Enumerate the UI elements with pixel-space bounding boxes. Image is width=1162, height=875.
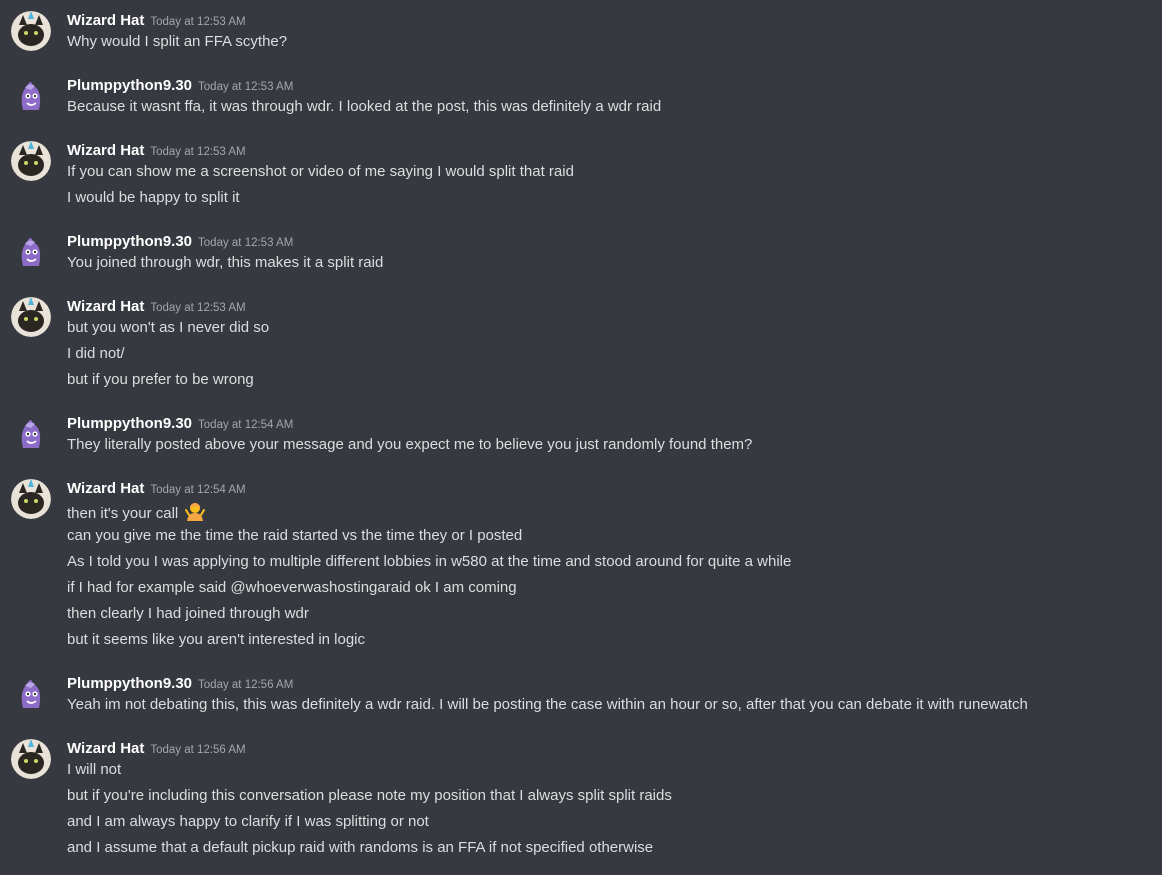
timestamp[interactable]: Today at 12:56 AM: [198, 679, 293, 691]
username[interactable]: Wizard Hat: [67, 740, 144, 757]
message-text: and I am always happy to clarify if I wa…: [67, 813, 429, 830]
username[interactable]: Wizard Hat: [67, 298, 144, 315]
message-header: Plumppython9.30 Today at 12:54 AM: [67, 414, 293, 434]
message-text: but if you're including this conversatio…: [67, 787, 672, 804]
timestamp[interactable]: Today at 12:53 AM: [198, 237, 293, 249]
username[interactable]: Plumppython9.30: [67, 415, 192, 432]
username[interactable]: Plumppython9.30: [67, 675, 192, 692]
timestamp[interactable]: Today at 12:53 AM: [150, 146, 245, 158]
message-header: Wizard Hat Today at 12:53 AM: [67, 141, 246, 161]
message-text: I will not: [67, 761, 122, 778]
message-header: Wizard Hat Today at 12:53 AM: [67, 297, 246, 317]
message-text-content: then it's your call: [67, 505, 179, 522]
message-text: if I had for example said @whoeverwashos…: [67, 579, 517, 596]
message-text: then it's your call: [67, 500, 206, 524]
chat-message-list: Wizard Hat Today at 12:53 AM Why would I …: [0, 0, 1162, 875]
message-text: If you can show me a screenshot or video…: [67, 163, 574, 180]
message-text: but you won't as I never did so: [67, 319, 270, 336]
timestamp[interactable]: Today at 12:56 AM: [150, 744, 245, 756]
cat-avatar-icon[interactable]: [11, 297, 51, 337]
person-shrugging-emoji-icon[interactable]: [184, 500, 206, 522]
message-text: Yeah im not debating this, this was defi…: [67, 696, 1028, 713]
message-text: Because it wasnt ffa, it was through wdr…: [67, 98, 662, 115]
message-text: They literally posted above your message…: [67, 436, 753, 453]
purple-creature-avatar-icon[interactable]: [11, 674, 51, 714]
message-header: Plumppython9.30 Today at 12:53 AM: [67, 232, 293, 252]
message-text: but if you prefer to be wrong: [67, 371, 254, 388]
username[interactable]: Wizard Hat: [67, 480, 144, 497]
timestamp[interactable]: Today at 12:53 AM: [198, 81, 293, 93]
purple-creature-avatar-icon[interactable]: [11, 414, 51, 454]
purple-creature-avatar-icon[interactable]: [11, 76, 51, 116]
message-header: Wizard Hat Today at 12:54 AM: [67, 479, 246, 499]
message-text: and I assume that a default pickup raid …: [67, 839, 654, 856]
cat-avatar-icon[interactable]: [11, 479, 51, 519]
username[interactable]: Plumppython9.30: [67, 233, 192, 250]
timestamp[interactable]: Today at 12:53 AM: [150, 16, 245, 28]
timestamp[interactable]: Today at 12:53 AM: [150, 302, 245, 314]
message-text: then clearly I had joined through wdr: [67, 605, 309, 622]
message-text: I would be happy to split it: [67, 189, 240, 206]
message-text: Why would I split an FFA scythe?: [67, 33, 288, 50]
timestamp[interactable]: Today at 12:54 AM: [150, 484, 245, 496]
cat-avatar-icon[interactable]: [11, 141, 51, 181]
username[interactable]: Wizard Hat: [67, 142, 144, 159]
message-header: Wizard Hat Today at 12:53 AM: [67, 11, 246, 31]
message-text: As I told you I was applying to multiple…: [67, 553, 792, 570]
username[interactable]: Plumppython9.30: [67, 77, 192, 94]
message-header: Wizard Hat Today at 12:56 AM: [67, 739, 246, 759]
cat-avatar-icon[interactable]: [11, 11, 51, 51]
message-text: can you give me the time the raid starte…: [67, 527, 523, 544]
message-header: Plumppython9.30 Today at 12:56 AM: [67, 674, 293, 694]
message-text: You joined through wdr, this makes it a …: [67, 254, 384, 271]
cat-avatar-icon[interactable]: [11, 739, 51, 779]
timestamp[interactable]: Today at 12:54 AM: [198, 419, 293, 431]
message-header: Plumppython9.30 Today at 12:53 AM: [67, 76, 293, 96]
username[interactable]: Wizard Hat: [67, 12, 144, 29]
purple-creature-avatar-icon[interactable]: [11, 232, 51, 272]
message-text: but it seems like you aren't interested …: [67, 631, 366, 648]
message-text: I did not/: [67, 345, 125, 362]
